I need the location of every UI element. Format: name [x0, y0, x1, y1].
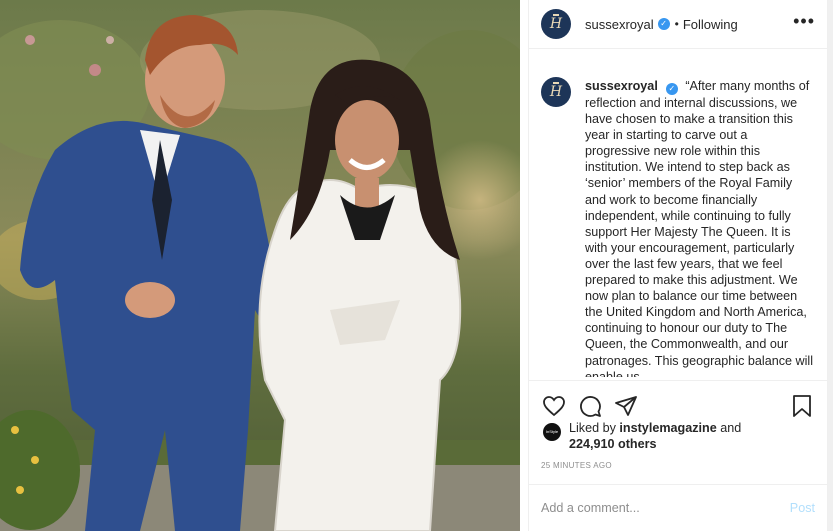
following-button[interactable]: Following [683, 17, 738, 32]
liker-avatar-text: InStyle [545, 429, 559, 434]
profile-avatar[interactable]: H [541, 9, 571, 39]
likes-text: Liked by instylemagazine and 224,910 oth… [569, 420, 741, 452]
post-comment-button[interactable]: Post [790, 501, 815, 515]
caption-avatar-monogram: H [549, 84, 563, 100]
comment-input[interactable] [541, 501, 790, 515]
page-scrollbar[interactable] [828, 0, 833, 531]
post-header: H sussexroyal ✓ • Following ••• [529, 0, 827, 49]
paper-plane-icon[interactable] [613, 393, 639, 419]
caption-verified-badge-icon: ✓ [665, 83, 678, 95]
comment-form: Post [529, 484, 827, 531]
separator-dot: • [674, 17, 679, 31]
likes-prefix: Liked by [569, 421, 616, 435]
caption-text: “After many months of reflection and int… [585, 79, 813, 377]
likes-summary: InStyle Liked by instylemagazine and 224… [543, 420, 741, 452]
more-options-icon[interactable]: ••• [793, 12, 815, 36]
caption-body: sussexroyal ✓ “After many months of refle… [585, 65, 815, 377]
liker-avatar[interactable]: InStyle [543, 423, 561, 441]
post-details-panel: H sussexroyal ✓ • Following ••• H sussex… [528, 0, 828, 531]
verified-badge-icon: ✓ [657, 18, 670, 30]
post-photo[interactable] [0, 0, 520, 531]
liked-by-username-link[interactable]: instylemagazine [619, 421, 716, 435]
heart-icon[interactable] [541, 393, 567, 419]
action-bar [529, 380, 827, 420]
caption-username-link[interactable]: sussexroyal [585, 79, 658, 93]
likes-count-link[interactable]: 224,910 others [569, 437, 657, 451]
caption-section: H sussexroyal ✓ “After many months of ref… [541, 65, 819, 377]
likes-and: and [720, 421, 742, 435]
header-username-link[interactable]: sussexroyal [585, 17, 654, 32]
post-timestamp[interactable]: 25 minutes ago [541, 461, 612, 470]
avatar-monogram: H [549, 16, 563, 32]
bookmark-icon[interactable] [789, 393, 815, 419]
comment-bubble-icon[interactable] [577, 393, 603, 419]
caption-avatar[interactable]: H [541, 77, 571, 107]
